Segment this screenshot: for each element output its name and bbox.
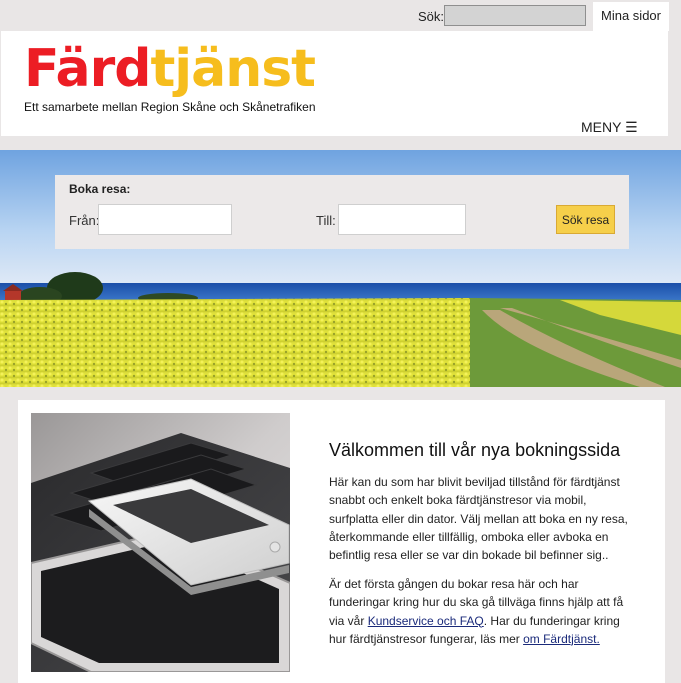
logo-text-red: Färd [24,39,151,99]
to-input[interactable] [338,204,466,235]
site-search-input[interactable] [444,5,586,26]
welcome-paragraph: Här kan du som har blivit beviljad tills… [329,475,628,563]
fardtjanst-logo[interactable]: Färdtjänst [24,39,316,99]
help-paragraph: Är det första gången du bokar resa här o… [329,575,629,648]
mina-sidor-tab[interactable]: Mina sidor [593,2,669,31]
tagline: Ett samarbete mellan Region Skåne och Sk… [24,100,316,114]
search-label: Sök: [418,9,445,24]
logo-text-yellow: tjänst [150,39,316,99]
to-label: Till: [316,213,336,228]
search-trip-button[interactable]: Sök resa [556,205,615,234]
menu-button[interactable]: MENY ☰ [581,119,638,136]
kundservice-faq-link[interactable]: Kundservice och FAQ [368,614,484,628]
booking-title: Boka resa: [69,182,131,196]
from-label: Från: [69,213,100,228]
booking-form: Boka resa: Från: Till: Sök resa [55,175,629,249]
welcome-heading: Välkommen till vår nya bokningssida [329,440,621,460]
welcome-section: Välkommen till vår nya bokningssida Här … [18,400,665,683]
from-input[interactable] [98,204,232,235]
om-fardtjanst-link[interactable]: om Färdtjänst. [523,632,600,646]
phone-laptop-photo [31,413,290,672]
top-utility-bar: Sök: Mina sidor [0,0,681,31]
site-header: Färdtjänst Ett samarbete mellan Region S… [1,31,668,136]
